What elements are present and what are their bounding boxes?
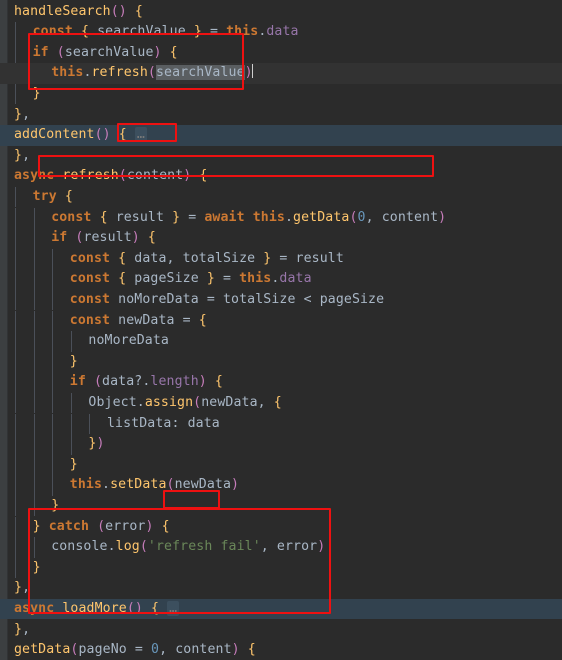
code-line[interactable]: console.log('refresh fail', error) <box>0 537 562 558</box>
code-line-text: this.setData(newData) <box>69 477 240 493</box>
code-line[interactable]: noMoreData <box>0 331 562 352</box>
code-line-text: async refresh(content) { <box>14 168 208 184</box>
code-line[interactable]: try { <box>0 187 562 208</box>
code-line[interactable]: listData: data <box>0 414 562 435</box>
code-line-text: } catch (error) { <box>32 518 170 534</box>
code-line[interactable]: Object.assign(newData, { <box>0 393 562 414</box>
code-line[interactable]: } <box>0 496 562 517</box>
code-line[interactable]: const { searchValue } = this.data <box>0 22 562 43</box>
code-line[interactable]: } <box>0 352 562 373</box>
code-line-text: getData(pageNo = 0, content) { <box>14 642 256 658</box>
code-line-text: listData: data <box>107 415 220 431</box>
code-line-text: const noMoreData = totalSize < pageSize <box>69 291 385 307</box>
code-line[interactable]: if (searchValue) { <box>0 43 562 64</box>
code-line-text: } <box>69 456 78 472</box>
code-line[interactable]: }, <box>0 620 562 641</box>
code-line[interactable]: } <box>0 558 562 579</box>
code-line[interactable]: if (result) { <box>0 228 562 249</box>
code-line[interactable]: }) <box>0 434 562 455</box>
code-line-text: noMoreData <box>88 333 169 349</box>
code-content[interactable]: handleSearch() { const { searchValue } = … <box>0 0 562 660</box>
code-line[interactable]: const { pageSize } = this.data <box>0 269 562 290</box>
code-line[interactable]: }, <box>0 105 562 126</box>
code-line[interactable]: handleSearch() { <box>0 2 562 23</box>
code-line-text: }) <box>88 436 105 452</box>
code-line-text: Object.assign(newData, { <box>88 394 282 410</box>
code-line-text: }, <box>14 580 31 596</box>
code-line-text: } <box>51 497 60 513</box>
text-caret <box>252 64 254 79</box>
code-line-text: if (result) { <box>51 230 156 246</box>
code-line-text: console.log('refresh fail', error) <box>51 539 326 555</box>
code-line[interactable]: const { result } = await this.getData(0,… <box>0 208 562 229</box>
code-line[interactable]: addContent() { … <box>0 125 562 146</box>
code-line-text: async loadMore() { … <box>14 600 180 616</box>
code-line[interactable]: }, <box>0 146 562 167</box>
code-line[interactable]: async loadMore() { … <box>0 598 562 620</box>
code-line[interactable]: this.setData(newData) <box>0 475 562 496</box>
code-line[interactable]: if (data?.length) { <box>0 372 562 393</box>
code-line-text: }, <box>14 147 31 163</box>
code-line-text: if (data?.length) { <box>69 374 223 390</box>
text-selection: searchValue <box>155 65 245 81</box>
code-line[interactable]: const { data, totalSize } = result <box>0 249 562 270</box>
code-line[interactable]: const noMoreData = totalSize < pageSize <box>0 290 562 311</box>
code-line[interactable]: } <box>0 455 562 476</box>
code-line-text: const newData = { <box>69 312 207 328</box>
code-line-text: const { pageSize } = this.data <box>69 271 312 287</box>
code-line-text: } <box>32 559 41 575</box>
code-line-text: }, <box>14 621 31 637</box>
code-line-text: const { searchValue } = this.data <box>32 24 299 40</box>
code-line-text: addContent() { … <box>14 127 147 143</box>
code-editor[interactable]: handleSearch() { const { searchValue } = … <box>0 0 562 660</box>
code-line-text: this.refresh(searchValue) <box>51 64 254 81</box>
code-line[interactable]: const newData = { <box>0 311 562 332</box>
code-line-text: } <box>69 353 78 369</box>
code-line[interactable]: this.refresh(searchValue) <box>0 63 562 84</box>
code-line-text: }, <box>14 106 31 122</box>
code-line-text: const { result } = await this.getData(0,… <box>51 209 447 225</box>
code-line[interactable]: async refresh(content) { <box>0 166 562 187</box>
code-line[interactable]: getData(pageNo = 0, content) { <box>0 640 562 660</box>
code-line[interactable]: } <box>0 84 562 105</box>
code-line-text: if (searchValue) { <box>32 44 178 60</box>
code-line-text: try { <box>32 188 73 204</box>
code-line-text: handleSearch() { <box>14 3 143 19</box>
code-line[interactable]: } catch (error) { <box>0 517 562 538</box>
code-line[interactable]: }, <box>0 578 562 599</box>
code-line-text: const { data, totalSize } = result <box>69 250 344 266</box>
code-line-text: } <box>32 85 41 101</box>
